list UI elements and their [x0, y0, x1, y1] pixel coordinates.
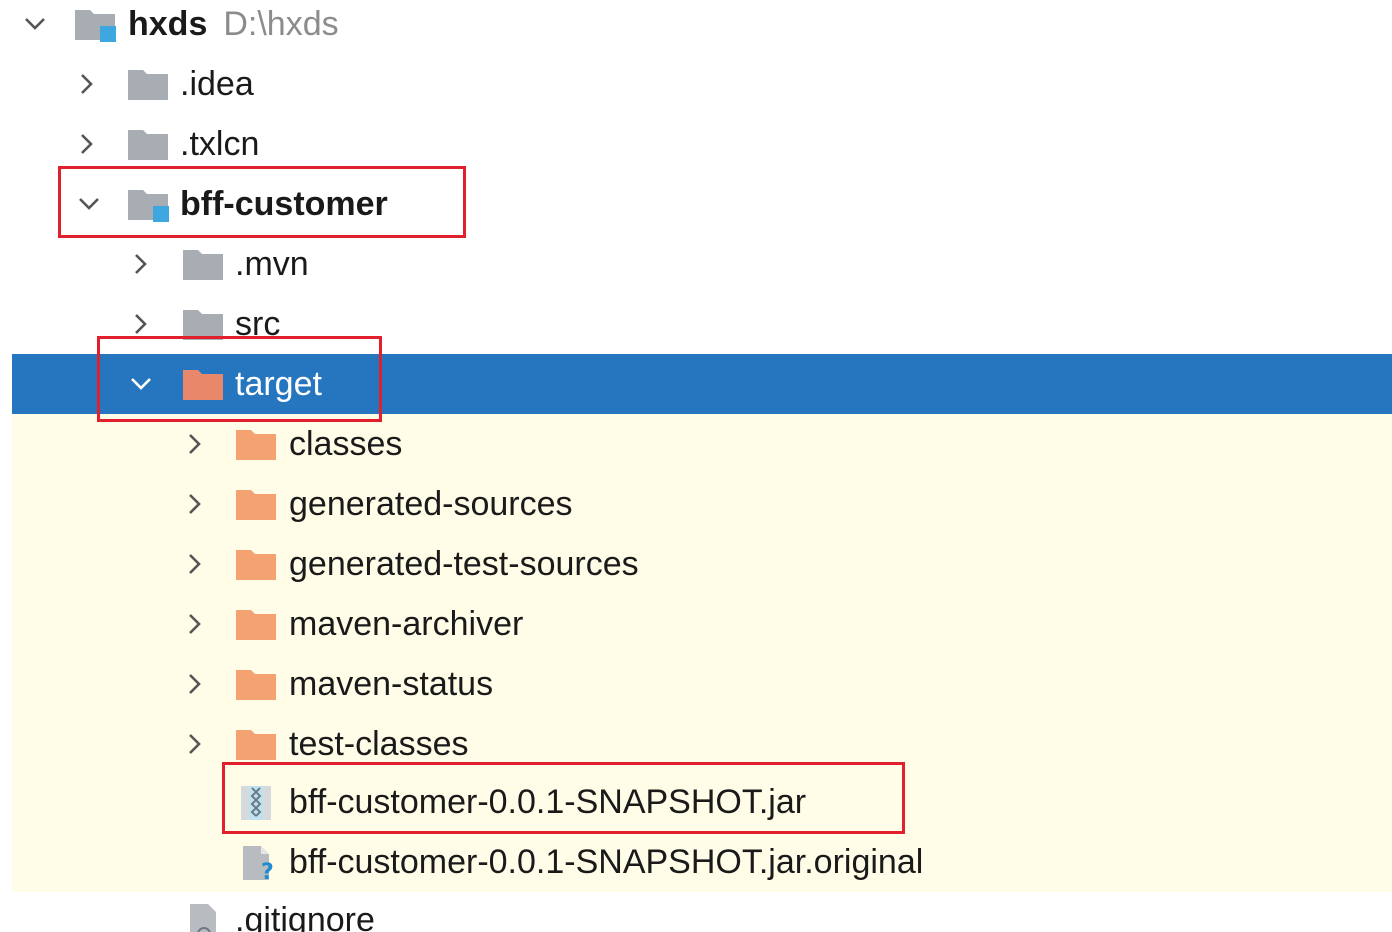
highlight-box-target	[97, 336, 382, 422]
highlight-box-jar	[222, 762, 905, 834]
tree-item-label: classes	[289, 425, 403, 463]
excluded-folder-icon	[235, 666, 277, 702]
tree-row-generated-sources[interactable]: generated-sources	[0, 474, 1392, 534]
chevron-right-icon[interactable]	[126, 309, 156, 339]
excluded-folder-icon	[235, 606, 277, 642]
tree-row-classes[interactable]: classes	[0, 414, 1392, 474]
tree-item-label: .mvn	[235, 245, 309, 283]
tree-item-label: generated-sources	[289, 485, 573, 523]
tree-item-label: .txlcn	[180, 125, 260, 163]
tree-item-label: maven-archiver	[289, 605, 524, 643]
module-folder-icon	[74, 6, 116, 42]
highlight-box-bff-customer	[58, 166, 466, 238]
folder-icon	[127, 66, 169, 102]
project-path: D:\hxds	[223, 5, 339, 43]
excluded-folder-icon	[235, 486, 277, 522]
chevron-right-icon[interactable]	[180, 429, 210, 459]
chevron-right-icon[interactable]	[180, 669, 210, 699]
tree-row-maven-archiver[interactable]: maven-archiver	[0, 594, 1392, 654]
chevron-right-icon[interactable]	[180, 489, 210, 519]
folder-icon	[182, 246, 224, 282]
tree-row-generated-test-sources[interactable]: generated-test-sources	[0, 534, 1392, 594]
excluded-folder-icon	[235, 426, 277, 462]
tree-item-label: .idea	[180, 65, 254, 103]
tree-item-label: maven-status	[289, 665, 494, 703]
excluded-folder-icon	[235, 546, 277, 582]
tree-item-label: .gitignore	[235, 901, 375, 932]
tree-row-idea[interactable]: .idea	[0, 54, 1392, 114]
chevron-right-icon[interactable]	[180, 549, 210, 579]
unknown-file-icon: ?	[235, 844, 277, 880]
tree-row-gitignore[interactable]: .gitignore	[0, 890, 1392, 932]
tree-item-label: hxds D:\hxds	[128, 5, 339, 43]
chevron-right-icon[interactable]	[126, 249, 156, 279]
excluded-folder-icon	[235, 726, 277, 762]
chevron-right-icon[interactable]	[72, 129, 102, 159]
tree-item-label: test-classes	[289, 725, 469, 763]
tree-row-maven-status[interactable]: maven-status	[0, 654, 1392, 714]
chevron-right-icon[interactable]	[72, 69, 102, 99]
tree-row-mvn[interactable]: .mvn	[0, 234, 1392, 294]
folder-icon	[127, 126, 169, 162]
gitignore-file-icon	[182, 902, 224, 932]
project-tree: hxds D:\hxds .idea .txlcn bff-customer .…	[0, 0, 1392, 932]
svg-text:?: ?	[261, 860, 274, 880]
chevron-right-icon[interactable]	[180, 609, 210, 639]
tree-row-txlcn[interactable]: .txlcn	[0, 114, 1392, 174]
chevron-right-icon[interactable]	[180, 729, 210, 759]
tree-row-hxds[interactable]: hxds D:\hxds	[0, 0, 1392, 54]
tree-row-jar-original[interactable]: ? bff-customer-0.0.1-SNAPSHOT.jar.origin…	[0, 832, 1392, 892]
tree-item-label: generated-test-sources	[289, 545, 639, 583]
tree-item-label: bff-customer-0.0.1-SNAPSHOT.jar.original	[289, 843, 924, 881]
chevron-down-icon[interactable]	[20, 9, 50, 39]
